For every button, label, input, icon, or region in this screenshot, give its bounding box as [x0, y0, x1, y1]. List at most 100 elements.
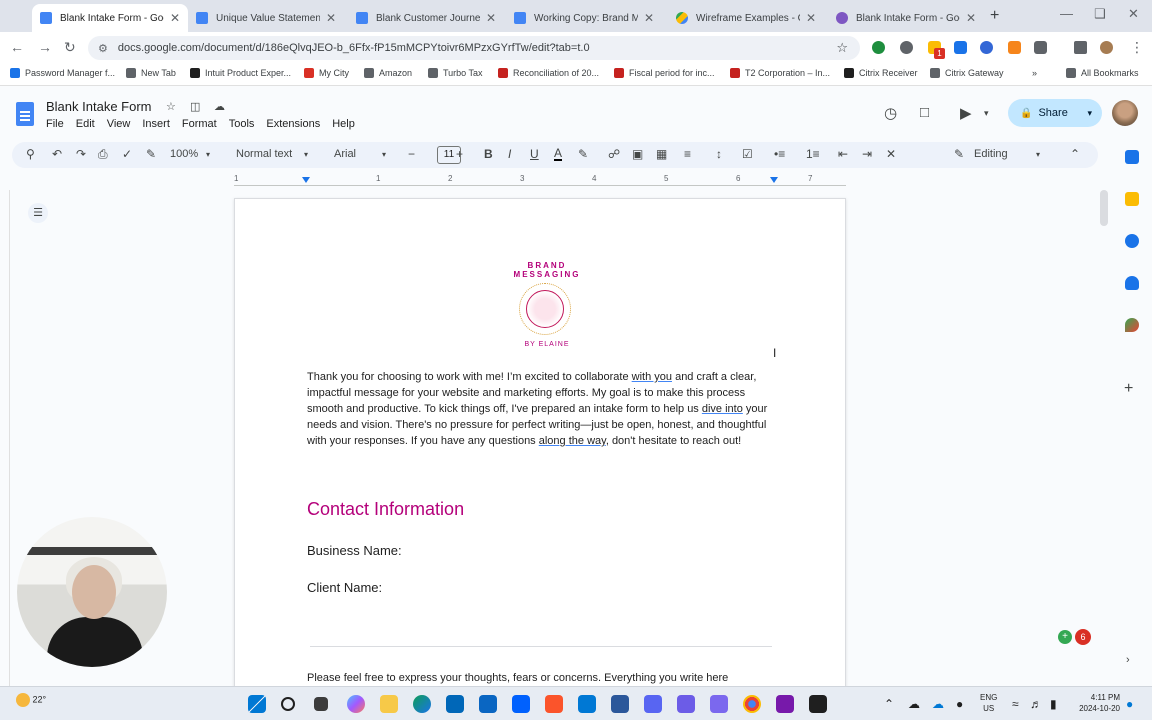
menu-item-view[interactable]: View	[107, 118, 131, 130]
bookmark-item[interactable]: Amazon	[364, 68, 412, 78]
share-dropdown-icon[interactable]: ▾	[1087, 108, 1092, 119]
bold-app-icon[interactable]	[611, 695, 629, 713]
maps-icon[interactable]	[1125, 318, 1139, 332]
notes-app-icon[interactable]	[677, 695, 695, 713]
text-color-icon[interactable]: A	[554, 147, 563, 161]
reading-list-icon[interactable]	[1074, 41, 1087, 54]
meet-camera-icon[interactable]: ▶	[960, 104, 972, 122]
vertical-ruler[interactable]	[0, 190, 10, 686]
document-title[interactable]: Blank Intake Form	[46, 99, 152, 114]
close-tab-icon[interactable]: ✕	[644, 11, 654, 25]
bold-icon[interactable]: B	[484, 147, 493, 161]
windows-start-icon[interactable]	[248, 695, 266, 713]
client-name-label[interactable]: Client Name:	[307, 580, 382, 595]
horizontal-ruler[interactable]: 1 1 2 3 4 5 6 7	[234, 174, 846, 186]
decrease-indent-icon[interactable]: ⇤	[838, 147, 848, 161]
bookmark-item[interactable]: My City	[304, 68, 349, 78]
site-info-icon[interactable]: ⚙	[98, 42, 108, 55]
copilot-icon[interactable]	[347, 695, 365, 713]
line-spacing-icon[interactable]: ↕	[716, 147, 722, 161]
file-explorer-icon[interactable]	[380, 695, 398, 713]
menu-item-tools[interactable]: Tools	[229, 118, 255, 130]
zoom-chevron-icon[interactable]: ▾	[206, 150, 210, 159]
circle-extension-icon[interactable]	[980, 41, 993, 54]
highlight-icon[interactable]: ✎	[578, 147, 588, 161]
numbered-list-icon[interactable]: 1≡	[806, 147, 820, 161]
new-tab-button[interactable]: +	[990, 7, 999, 25]
outlook-icon[interactable]	[578, 695, 596, 713]
back-arrow-icon[interactable]: ←	[10, 39, 24, 55]
volume-icon[interactable]: ♬	[1030, 697, 1042, 711]
tail-paragraph[interactable]: Please feel free to express your thought…	[307, 672, 728, 684]
insert-link-icon[interactable]: ☍	[608, 147, 620, 161]
close-tab-icon[interactable]: ✕	[806, 11, 816, 25]
print-icon[interactable]: ⎙	[98, 147, 108, 162]
chevron-down-icon[interactable]: ▾	[984, 108, 989, 119]
notification-bell-icon[interactable]: ●	[1126, 697, 1133, 711]
browser-tab[interactable]: Wireframe Examples - Goo ✕	[668, 4, 824, 32]
browser-tab[interactable]: Blank Customer Journey Te ✕	[348, 4, 504, 32]
browser-tab[interactable]: Blank Intake Form - Goog ✕	[828, 4, 984, 32]
editing-mode-select[interactable]: Editing	[974, 148, 1008, 160]
font-chevron-icon[interactable]: ▾	[382, 150, 386, 159]
bookmark-star-icon[interactable]: ☆	[836, 40, 848, 56]
browser-menu-icon[interactable]: ⋮	[1130, 39, 1144, 56]
decrease-font-size-icon[interactable]: −	[408, 147, 415, 161]
more-bookmarks-chevron-icon[interactable]: »	[1032, 68, 1037, 78]
search-icon[interactable]	[281, 697, 295, 711]
vpn-app-icon[interactable]	[710, 695, 728, 713]
cloud-status-icon[interactable]: ☁	[214, 100, 225, 113]
document-page[interactable]: BRAND MESSAGING BY ELAINE Thank you for …	[234, 198, 846, 688]
contacts-icon[interactable]	[1125, 276, 1139, 290]
menu-item-edit[interactable]: Edit	[76, 118, 95, 130]
document-outline-icon[interactable]: ☰	[28, 203, 48, 223]
terminal-app-icon[interactable]	[809, 695, 827, 713]
paint-format-icon[interactable]: ✎	[146, 147, 156, 161]
menu-item-extensions[interactable]: Extensions	[266, 118, 320, 130]
redo-icon[interactable]: ↷	[76, 147, 86, 161]
store-icon[interactable]	[446, 695, 464, 713]
clear-formatting-icon[interactable]: ✕	[886, 147, 896, 161]
italic-icon[interactable]: I	[508, 147, 511, 161]
k-extension-icon[interactable]	[954, 41, 967, 54]
left-indent-marker[interactable]	[302, 177, 310, 183]
bookmark-item[interactable]: Citrix Receiver	[844, 68, 918, 78]
zoom-select[interactable]: 100%	[170, 148, 198, 160]
increase-indent-icon[interactable]: ⇥	[862, 147, 872, 161]
add-comment-icon[interactable]: ▣	[632, 147, 643, 161]
profile-avatar[interactable]	[1100, 41, 1113, 54]
share-button[interactable]: 🔒 Share ▾	[1008, 99, 1102, 127]
intro-paragraph[interactable]: Thank you for choosing to work with me! …	[307, 369, 777, 449]
undo-icon[interactable]: ↶	[52, 147, 62, 161]
contact-heading[interactable]: Contact Information	[307, 499, 464, 520]
font-select[interactable]: Arial	[334, 148, 356, 160]
address-bar[interactable]: ⚙ docs.google.com/document/d/186eQlvqJEO…	[88, 36, 860, 60]
grammarly-badge[interactable]: + 6	[1058, 629, 1091, 645]
menu-item-help[interactable]: Help	[332, 118, 355, 130]
language-indicator[interactable]: ENG US	[980, 692, 997, 714]
task-view-icon[interactable]	[314, 697, 328, 711]
cloud-sync-icon[interactable]: ☁	[932, 697, 944, 711]
expand-panel-chevron-icon[interactable]: ›	[1126, 654, 1130, 666]
mail-icon[interactable]	[479, 695, 497, 713]
close-tab-icon[interactable]: ✕	[966, 11, 976, 25]
settings-gear-icon[interactable]	[900, 41, 913, 54]
close-tab-icon[interactable]: ✕	[170, 11, 180, 25]
close-tab-icon[interactable]: ✕	[486, 11, 496, 25]
keep-icon[interactable]	[1125, 192, 1139, 206]
style-chevron-icon[interactable]: ▾	[304, 150, 308, 159]
menu-item-insert[interactable]: Insert	[142, 118, 170, 130]
forward-arrow-icon[interactable]: →	[38, 39, 52, 55]
chrome-icon[interactable]	[743, 695, 761, 713]
spellcheck-icon[interactable]: ✓	[122, 147, 132, 161]
weather-widget[interactable]: 22°	[16, 693, 46, 707]
bookmark-item[interactable]: Password Manager f...	[10, 68, 115, 78]
edge-icon[interactable]	[413, 695, 431, 713]
get-addons-plus-icon[interactable]: +	[1124, 380, 1133, 398]
style-select[interactable]: Normal text	[236, 148, 292, 160]
menu-item-file[interactable]: File	[46, 118, 64, 130]
puzzle-extensions-icon[interactable]	[1034, 41, 1047, 54]
tasks-icon[interactable]	[1125, 234, 1139, 248]
all-bookmarks-button[interactable]: All Bookmarks	[1066, 68, 1139, 78]
grammarly-icon[interactable]	[872, 41, 885, 54]
